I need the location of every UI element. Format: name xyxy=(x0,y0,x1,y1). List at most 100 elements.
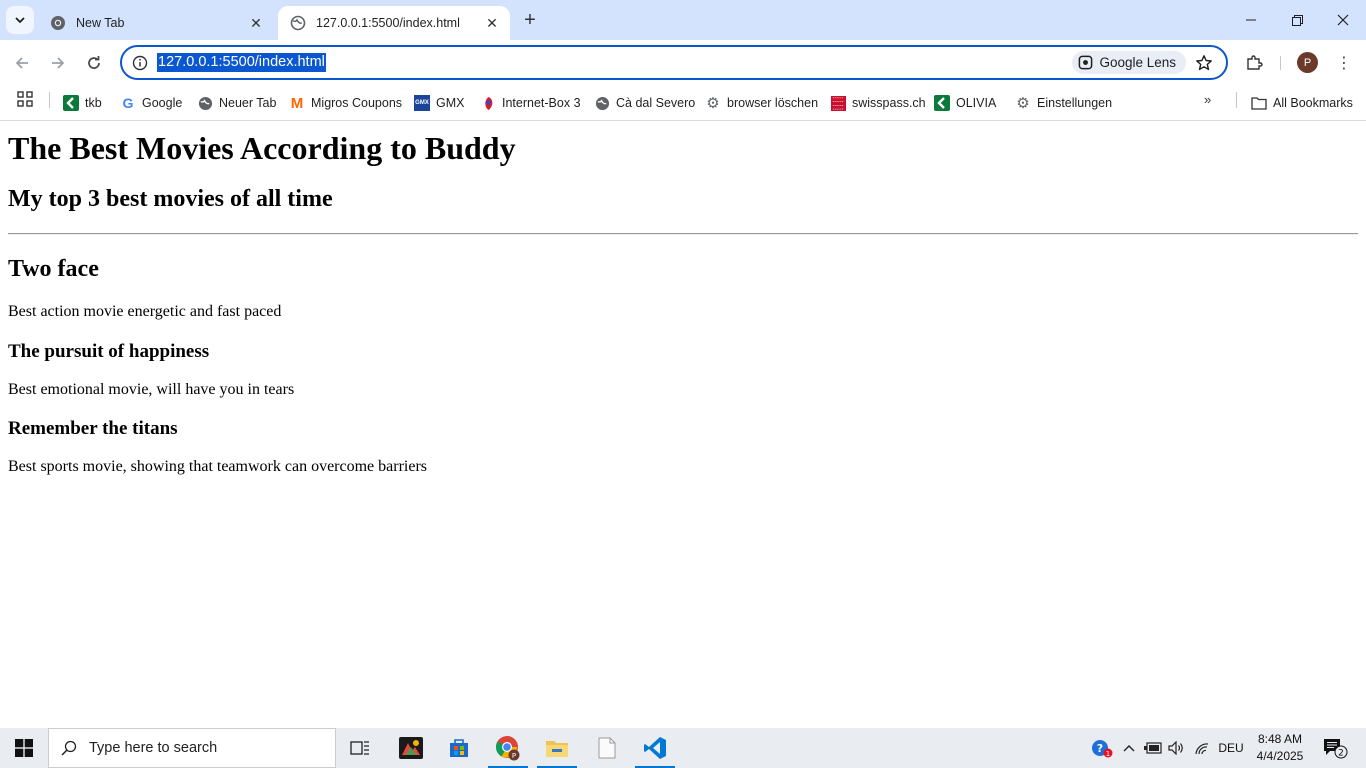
movie-title: Two face xyxy=(8,256,99,282)
vscode-icon[interactable] xyxy=(631,728,679,768)
globe-icon xyxy=(197,95,213,111)
tab-title: New Tab xyxy=(76,16,125,30)
svg-text:1: 1 xyxy=(1106,750,1110,758)
bookmark-migros[interactable]: M Migros Coupons xyxy=(289,92,402,114)
tkb-icon xyxy=(63,95,79,111)
bookmarks-bar: tkb G Google Neuer Tab M Migros Coupons … xyxy=(0,86,1366,121)
bookmark-label: Cà dal Severo xyxy=(616,96,696,110)
bookmark-browser-loeschen[interactable]: ⚙ browser löschen xyxy=(705,92,818,114)
globe-icon xyxy=(290,15,306,31)
site-info-icon[interactable] xyxy=(130,53,150,73)
google-lens-button[interactable]: Google Lens xyxy=(1072,51,1186,74)
tab-localhost[interactable]: 127.0.0.1:5500/index.html ✕ xyxy=(278,6,510,40)
apps-grid-icon[interactable] xyxy=(17,91,35,109)
page-title: The Best Movies According to Buddy xyxy=(8,130,516,166)
movie-description: Best sports movie, showing that teamwork… xyxy=(8,458,427,475)
page-subtitle: My top 3 best movies of all time xyxy=(8,186,333,212)
chrome-icon xyxy=(50,15,66,31)
bookmark-neuer-tab[interactable]: Neuer Tab xyxy=(197,92,276,114)
tab-search-button[interactable] xyxy=(6,6,34,34)
tab-close-icon[interactable]: ✕ xyxy=(248,15,264,31)
battery-icon[interactable] xyxy=(1143,738,1163,758)
clock-time: 8:48 AM xyxy=(1257,732,1303,746)
toolbar-divider xyxy=(1280,56,1281,70)
bookmark-label: tkb xyxy=(85,96,102,110)
address-bar[interactable]: 127.0.0.1:5500/index.html Google Lens xyxy=(120,45,1228,80)
all-bookmarks-button[interactable]: All Bookmarks xyxy=(1251,92,1353,114)
close-window-icon[interactable] xyxy=(1320,0,1366,40)
movie-title: The pursuit of happiness xyxy=(8,341,210,362)
store-app-icon[interactable] xyxy=(435,728,483,768)
network-icon[interactable] xyxy=(1193,738,1211,758)
bookmark-label: GMX xyxy=(436,96,465,110)
taskbar-search-input[interactable]: Type here to search xyxy=(48,728,336,768)
svg-text:?: ? xyxy=(1097,742,1103,755)
photos-app-icon[interactable] xyxy=(387,728,435,768)
profile-avatar[interactable]: P xyxy=(1297,52,1318,73)
svg-text:2: 2 xyxy=(1338,749,1344,759)
windows-start-icon[interactable] xyxy=(0,728,48,768)
swisscom-icon xyxy=(480,95,496,111)
tab-title: 127.0.0.1:5500/index.html xyxy=(316,16,460,30)
url-text[interactable]: 127.0.0.1:5500/index.html xyxy=(157,53,326,72)
bookmark-label: Google xyxy=(142,96,183,110)
bookmark-einstellungen[interactable]: ⚙ Einstellungen xyxy=(1015,92,1112,114)
divider xyxy=(8,233,1358,235)
bookmarks-divider xyxy=(49,92,50,108)
bookmark-label: swisspass.ch xyxy=(852,96,926,110)
all-bookmarks-label: All Bookmarks xyxy=(1273,96,1353,110)
task-view-icon[interactable] xyxy=(336,728,384,768)
google-icon: G xyxy=(122,95,134,111)
bookmark-tkb[interactable]: tkb xyxy=(63,92,102,114)
bookmark-label: OLIVIA xyxy=(956,96,997,110)
lens-icon xyxy=(1079,55,1093,70)
bookmark-label: Migros Coupons xyxy=(311,96,403,110)
new-tab-plus-icon[interactable]: + xyxy=(518,8,542,32)
bookmark-olivia[interactable]: OLIVIA xyxy=(934,92,996,114)
folder-icon xyxy=(1251,95,1267,111)
gmx-icon: GMX xyxy=(414,95,430,111)
tab-close-icon[interactable]: ✕ xyxy=(484,15,500,31)
chrome-taskbar-icon[interactable]: P xyxy=(484,728,532,768)
minimize-icon[interactable] xyxy=(1228,0,1274,40)
notification-center-icon[interactable]: 2 xyxy=(1322,737,1348,759)
show-hidden-icons-chevron-icon[interactable] xyxy=(1120,738,1138,758)
clock-date: 4/4/2025 xyxy=(1256,749,1304,763)
bookmark-label: Neuer Tab xyxy=(219,96,277,110)
movie-title: Remember the titans xyxy=(8,418,178,439)
help-icon[interactable]: ? 1 xyxy=(1090,738,1114,758)
migros-icon: M xyxy=(290,94,304,112)
tab-new-tab[interactable]: New Tab ✕ xyxy=(38,6,274,40)
movie-description: Best action movie energetic and fast pac… xyxy=(8,303,282,320)
search-icon xyxy=(49,740,89,756)
swisspass-icon xyxy=(830,95,846,111)
olivia-icon xyxy=(934,95,950,111)
bookmark-label: browser löschen xyxy=(727,96,819,110)
gear-icon: ⚙ xyxy=(706,95,720,112)
taskbar-search-placeholder: Type here to search xyxy=(89,740,218,756)
bookmark-google[interactable]: G Google xyxy=(120,92,183,114)
blank-document-icon[interactable] xyxy=(583,728,631,768)
bookmark-star-icon[interactable] xyxy=(1194,53,1214,73)
reload-icon[interactable] xyxy=(80,49,108,77)
tab-strip: New Tab ✕ 127.0.0.1:5500/index.html ✕ + xyxy=(0,0,1366,40)
bookmark-gmx[interactable]: GMX GMX xyxy=(414,92,464,114)
file-explorer-icon[interactable] xyxy=(533,728,581,768)
clock[interactable]: 8:48 AM 4/4/2025 xyxy=(1250,731,1310,765)
input-language-indicator[interactable]: DEU xyxy=(1216,738,1246,758)
bookmark-swisspass[interactable]: swisspass.ch xyxy=(830,92,926,114)
movie-description: Best emotional movie, will have you in t… xyxy=(8,381,295,398)
menu-kebab-icon[interactable]: ⋮ xyxy=(1332,51,1356,75)
back-arrow-icon[interactable] xyxy=(8,49,36,77)
bookmark-internet-box[interactable]: Internet-Box 3 xyxy=(480,92,581,114)
restore-icon[interactable] xyxy=(1274,0,1320,40)
volume-icon[interactable] xyxy=(1167,738,1187,758)
extensions-puzzle-icon[interactable] xyxy=(1242,51,1266,75)
web-page-content: The Best Movies According to Buddy My to… xyxy=(0,121,1366,728)
bookmark-ca-dal-severo[interactable]: Cà dal Severo xyxy=(594,92,695,114)
bookmarks-divider xyxy=(1236,92,1237,108)
more-bookmarks-chevron-icon[interactable]: » xyxy=(1204,92,1211,107)
chevron-down-icon xyxy=(15,17,25,24)
gear-icon: ⚙ xyxy=(1016,95,1030,112)
forward-arrow-icon[interactable] xyxy=(44,49,72,77)
